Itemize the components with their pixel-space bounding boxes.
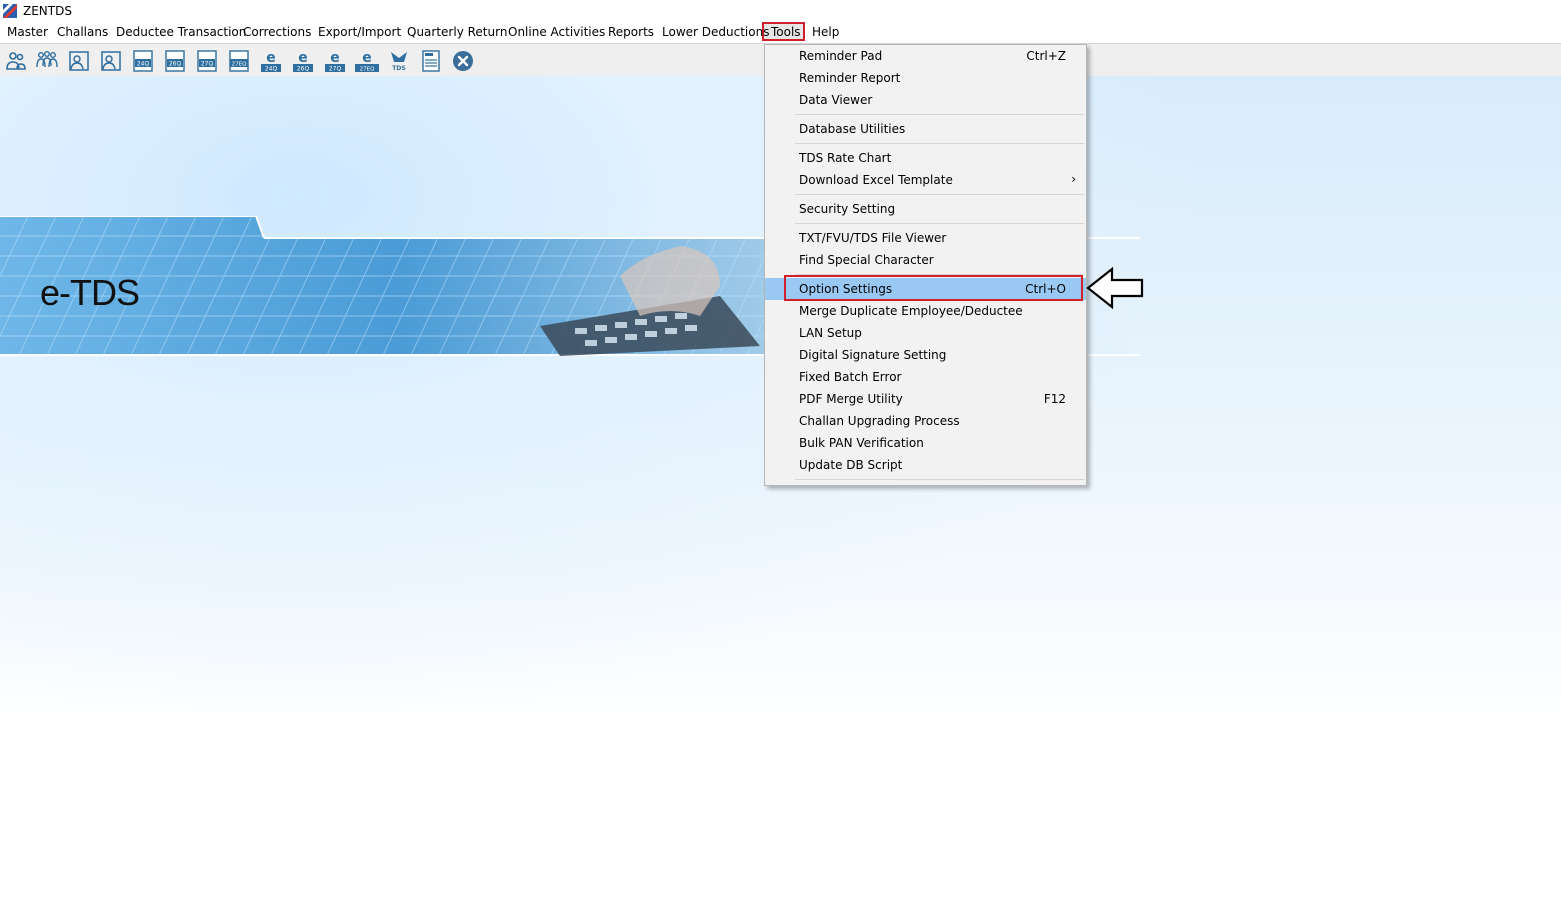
menu-item-download-excel-template[interactable]: Download Excel Template ›: [765, 169, 1086, 191]
svg-text:24Q: 24Q: [137, 61, 150, 68]
e-24q-icon[interactable]: e 24Q: [259, 49, 283, 73]
svg-text:26Q: 26Q: [169, 61, 182, 68]
menu-item-file-viewer[interactable]: TXT/FVU/TDS File Viewer: [765, 227, 1086, 249]
menu-item-reminder-report[interactable]: Reminder Report: [765, 67, 1086, 89]
menu-challans[interactable]: Challans: [57, 25, 108, 40]
svg-text:e: e: [330, 50, 340, 66]
svg-text:e: e: [266, 50, 276, 66]
option-settings-annotation-box: [784, 275, 1083, 301]
menu-separator: [795, 114, 1084, 115]
svg-text:24Q: 24Q: [265, 66, 278, 73]
tds-icon[interactable]: TDS: [387, 49, 411, 73]
form-27eq-icon[interactable]: 27EQ: [227, 49, 251, 73]
menu-help[interactable]: Help: [812, 25, 839, 40]
close-circle-icon[interactable]: [451, 49, 475, 73]
pointer-arrow-icon: [1086, 266, 1144, 310]
menu-item-find-special-character[interactable]: Find Special Character: [765, 249, 1086, 271]
menu-deductee-transaction[interactable]: Deductee Transaction: [116, 25, 246, 40]
menu-separator: [795, 223, 1084, 224]
menu-item-bulk-pan-verification[interactable]: Bulk PAN Verification: [765, 432, 1086, 454]
window-title: ZENTDS: [23, 4, 72, 18]
menu-item-tds-rate-chart[interactable]: TDS Rate Chart: [765, 147, 1086, 169]
e-27q-icon[interactable]: e 27Q: [323, 49, 347, 73]
form-26q-icon[interactable]: 26Q: [163, 49, 187, 73]
form-27q-icon[interactable]: 27Q: [195, 49, 219, 73]
tools-dropdown-menu: Reminder Pad Ctrl+Z Reminder Report Data…: [764, 44, 1087, 486]
menu-bar: Master Challans Deductee Transaction Cor…: [0, 22, 1561, 44]
menu-item-challan-upgrading-process[interactable]: Challan Upgrading Process: [765, 410, 1086, 432]
menu-separator: [795, 194, 1084, 195]
banner-label: e-TDS: [40, 272, 140, 313]
svg-text:27Q: 27Q: [201, 61, 214, 68]
svg-text:27EQ: 27EQ: [360, 67, 375, 73]
title-bar: ZENTDS: [0, 0, 1561, 22]
menu-export-import[interactable]: Export/Import: [318, 25, 401, 40]
e-27eq-icon[interactable]: e 27EQ: [355, 49, 379, 73]
svg-text:e: e: [298, 50, 308, 66]
group-users-icon[interactable]: [35, 49, 59, 73]
svg-text:27EQ: 27EQ: [232, 62, 247, 68]
menu-online-activities[interactable]: Online Activities: [508, 25, 605, 40]
menu-item-merge-duplicate[interactable]: Merge Duplicate Employee/Deductee: [765, 300, 1086, 322]
menu-separator: [795, 143, 1084, 144]
form-24q-icon[interactable]: 24Q: [131, 49, 155, 73]
menu-quarterly-return[interactable]: Quarterly Return: [407, 25, 507, 40]
menu-item-data-viewer[interactable]: Data Viewer: [765, 89, 1086, 111]
report-icon[interactable]: [419, 49, 443, 73]
menu-item-database-utilities[interactable]: Database Utilities: [765, 118, 1086, 140]
menu-item-reminder-pad[interactable]: Reminder Pad Ctrl+Z: [765, 45, 1086, 67]
zentds-logo-icon: [3, 4, 17, 18]
deductee-icon[interactable]: [99, 49, 123, 73]
employee-icon[interactable]: [67, 49, 91, 73]
menu-item-digital-signature-setting[interactable]: Digital Signature Setting: [765, 344, 1086, 366]
e-26q-icon[interactable]: e 26Q: [291, 49, 315, 73]
menu-item-update-db-script[interactable]: Update DB Script: [765, 454, 1086, 476]
menu-separator: [795, 479, 1084, 480]
svg-text:e: e: [362, 50, 372, 66]
menu-item-fixed-batch-error[interactable]: Fixed Batch Error: [765, 366, 1086, 388]
svg-text:27Q: 27Q: [329, 66, 342, 73]
menu-item-lan-setup[interactable]: LAN Setup: [765, 322, 1086, 344]
menu-lower-deductions[interactable]: Lower Deductions: [662, 25, 769, 40]
deductor-icon[interactable]: [4, 49, 28, 73]
chevron-right-icon: ›: [1071, 172, 1076, 186]
menu-item-pdf-merge-utility[interactable]: PDF Merge Utility F12: [765, 388, 1086, 410]
svg-text:TDS: TDS: [392, 65, 405, 72]
menu-tools[interactable]: Tools: [771, 25, 801, 40]
menu-reports[interactable]: Reports: [608, 25, 654, 40]
menu-master[interactable]: Master: [7, 25, 48, 40]
menu-item-security-setting[interactable]: Security Setting: [765, 198, 1086, 220]
svg-text:26Q: 26Q: [297, 66, 310, 73]
menu-corrections[interactable]: Corrections: [243, 25, 311, 40]
